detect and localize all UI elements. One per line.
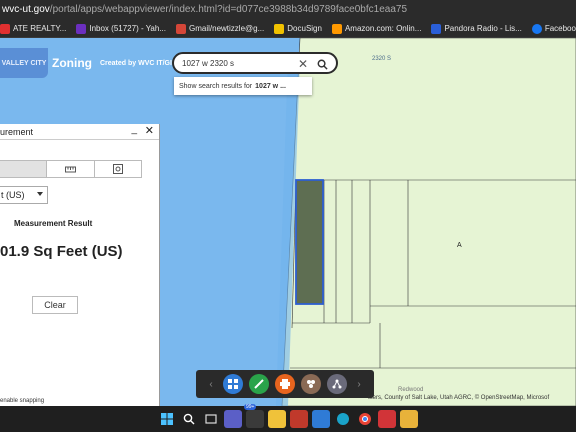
road-label: Redwood <box>398 387 424 393</box>
bookmark-pandora[interactable]: Pandora Radio - Lis... <box>431 23 522 34</box>
bookmark-label: Amazon.com: Onlin... <box>344 24 422 33</box>
clear-button[interactable]: Clear <box>32 296 78 314</box>
search-suggestion[interactable]: Show search results for 1027 w ... <box>174 77 312 95</box>
bookmark-amazon[interactable]: Amazon.com: Onlin... <box>331 23 422 34</box>
windows-start-icon[interactable] <box>158 410 176 428</box>
share-icon[interactable] <box>327 374 347 394</box>
map-attribution: sters, County of Salt Lake, Utah AGRC, ©… <box>368 395 550 401</box>
search-value: 1027 w 2320 s <box>182 58 235 68</box>
bookmark-docusign[interactable]: DocuSign <box>274 23 322 34</box>
bookmark-label: Facebook <box>544 24 576 33</box>
bookmark-label: DocuSign <box>287 24 322 33</box>
url-host: wvc-ut.gov <box>2 4 50 15</box>
parcel-area <box>281 38 576 406</box>
docusign-icon <box>274 23 285 34</box>
parcel-label: A <box>457 242 462 249</box>
print-icon[interactable] <box>275 374 295 394</box>
area-tool-tab[interactable] <box>0 161 47 177</box>
close-icon[interactable]: ✕ <box>145 124 154 137</box>
street-label: 2320 S <box>372 56 392 62</box>
bookmark-label: Inbox (51727) - Yah... <box>89 24 166 33</box>
teams-icon[interactable] <box>224 410 242 428</box>
yahoo-icon <box>76 23 87 34</box>
app-title: Zoning <box>52 56 92 70</box>
next-arrow-icon[interactable]: › <box>354 376 364 392</box>
chrome-icon[interactable] <box>356 410 374 428</box>
bookmark-label: Gmail/newtizzle@g... <box>189 24 265 33</box>
mail-icon[interactable] <box>312 410 330 428</box>
location-tool-tab[interactable] <box>93 161 141 177</box>
bookmark-realty[interactable]: ATE REALTY... <box>0 23 67 34</box>
measurement-title: urement <box>0 126 34 137</box>
task-view-icon[interactable] <box>202 410 220 428</box>
bookmark-yahoo[interactable]: Inbox (51727) - Yah... <box>76 23 166 34</box>
file-explorer-icon[interactable] <box>268 410 286 428</box>
chevron-down-icon <box>37 192 43 196</box>
gmail-icon <box>176 23 186 34</box>
url-path: /portal/apps/webappviewer/index.html?id=… <box>49 4 408 15</box>
distance-tool-tab[interactable] <box>46 161 93 177</box>
unit-value: t (US) <box>1 190 25 200</box>
office-icon[interactable] <box>290 410 308 428</box>
minimize-icon[interactable]: _ <box>131 124 137 135</box>
ruler-icon <box>64 166 76 172</box>
grid-icon[interactable] <box>223 374 243 394</box>
snapping-hint: enable snapping <box>0 398 45 404</box>
bookmark-label: ATE REALTY... <box>13 24 67 33</box>
edge-icon[interactable] <box>334 410 352 428</box>
notification-badge: 99+ <box>244 404 257 410</box>
prev-arrow-icon[interactable]: ‹ <box>206 376 216 392</box>
search-input[interactable]: 1027 w 2320 s ✕ <box>172 52 338 74</box>
measurement-header: urement _ ✕ <box>0 124 159 140</box>
city-logo: VALLEY CITY <box>0 48 48 78</box>
facebook-icon <box>531 23 542 34</box>
bookmark-label: Pandora Radio - Lis... <box>444 24 522 33</box>
search-icon[interactable] <box>180 410 198 428</box>
app-icon[interactable] <box>378 410 396 428</box>
widgets-icon[interactable]: 99+ <box>244 404 264 428</box>
suggestion-term: 1027 w ... <box>255 82 286 90</box>
bookmark-facebook[interactable]: Facebook <box>531 23 576 34</box>
amazon-icon <box>331 23 342 34</box>
measure-pencil-icon[interactable] <box>249 374 269 394</box>
suggestion-prefix: Show search results for <box>179 82 253 90</box>
photos-icon[interactable] <box>400 410 418 428</box>
location-icon <box>112 164 123 174</box>
clear-search-icon[interactable]: ✕ <box>298 57 308 71</box>
bookmarks-bar: ATE REALTY... Inbox (51727) - Yah... Gma… <box>0 20 576 38</box>
bookmark-gmail[interactable]: Gmail/newtizzle@g... <box>176 23 265 34</box>
measure-tool-tabs <box>0 160 142 178</box>
widget-toolbar: ‹ › <box>196 370 374 398</box>
result-label: Measurement Result <box>14 219 93 228</box>
result-value: 01.9 Sq Feet (US) <box>0 243 123 260</box>
search-icon[interactable] <box>312 56 332 72</box>
bookmark-icon <box>0 23 10 34</box>
basemap-icon[interactable] <box>301 374 321 394</box>
pandora-icon <box>431 23 442 34</box>
app-header: VALLEY CITY Zoning Created by WVC IT/GIS <box>0 48 177 78</box>
taskbar: 99+ <box>0 404 576 432</box>
app-subtitle: Created by WVC IT/GIS <box>99 59 177 67</box>
address-bar[interactable]: wvc-ut.gov/portal/apps/webappviewer/inde… <box>0 0 576 20</box>
unit-select[interactable]: t (US) <box>0 186 48 204</box>
selected-parcel[interactable] <box>295 179 324 305</box>
measurement-panel: urement _ ✕ t (US) Measurement Result 01… <box>0 124 160 406</box>
